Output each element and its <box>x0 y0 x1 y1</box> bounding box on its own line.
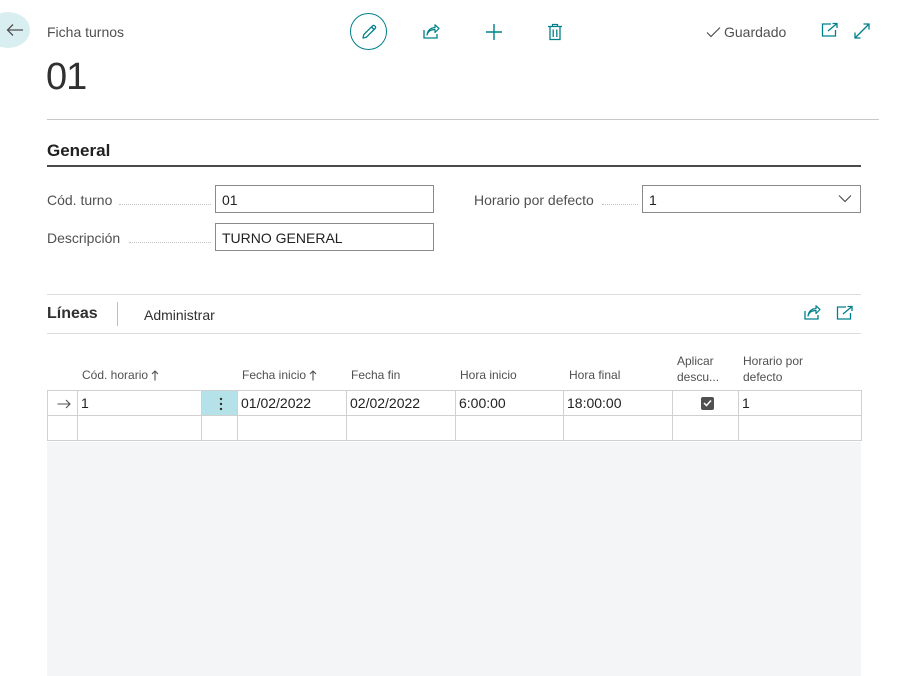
header-divider <box>47 119 879 120</box>
share-button[interactable] <box>412 14 450 50</box>
lines-share-button[interactable] <box>803 305 823 325</box>
shift-code-leader <box>119 204 211 205</box>
arrow-up-icon <box>151 369 159 381</box>
apply-discount-checkbox[interactable] <box>700 396 714 410</box>
cell-end-time[interactable] <box>563 415 673 441</box>
table-row-new[interactable] <box>47 415 862 441</box>
default-schedule-label: Horario por defecto <box>474 192 594 208</box>
column-header-default-schedule[interactable]: Horario por defecto <box>743 353 803 385</box>
general-section-title[interactable]: General <box>47 141 110 161</box>
cell-start-time[interactable]: 6:00:00 <box>455 390 564 416</box>
pencil-icon <box>360 23 378 41</box>
row-marker <box>47 415 78 441</box>
cell-start-time[interactable] <box>455 415 564 441</box>
column-header-end-date[interactable]: Fecha fin <box>351 367 400 383</box>
row-actions-cell <box>201 415 238 441</box>
column-header-apply-discount[interactable]: Aplicar descu... <box>677 353 719 385</box>
vertical-ellipsis-icon <box>219 397 223 411</box>
cell-default-schedule[interactable]: 1 <box>738 390 862 416</box>
share-icon <box>422 24 440 40</box>
cell-end-date[interactable] <box>346 415 456 441</box>
open-new-window-icon <box>821 22 839 38</box>
open-new-window-button[interactable] <box>821 22 839 38</box>
arrow-right-icon <box>57 399 71 409</box>
column-header-start-time[interactable]: Hora inicio <box>460 367 517 383</box>
cell-apply-discount <box>672 390 739 416</box>
back-button[interactable] <box>0 12 30 48</box>
default-schedule-leader <box>602 204 638 205</box>
column-header-schedule-code[interactable]: Cód. horario <box>82 367 159 383</box>
lines-top-divider <box>47 294 861 295</box>
lines-focus-mode-button[interactable] <box>836 305 856 325</box>
manage-action[interactable]: Administrar <box>144 307 215 323</box>
grid-empty-area <box>47 442 861 676</box>
cell-start-date[interactable]: 01/02/2022 <box>237 390 347 416</box>
default-schedule-value: 1 <box>649 192 657 208</box>
shift-code-label: Cód. turno <box>47 192 113 208</box>
cell-end-time[interactable]: 18:00:00 <box>563 390 673 416</box>
cell-end-date[interactable]: 02/02/2022 <box>346 390 456 416</box>
cell-start-date[interactable] <box>237 415 347 441</box>
lines-title[interactable]: Líneas <box>47 305 98 323</box>
default-schedule-select[interactable]: 1 <box>642 185 861 213</box>
arrow-up-icon <box>309 369 317 381</box>
lines-grid: 1 01/02/2022 02/02/2022 6:00:00 18:00:00… <box>47 390 862 441</box>
column-header-end-time[interactable]: Hora final <box>569 367 620 383</box>
saved-label: Guardado <box>724 24 787 40</box>
arrow-left-icon <box>6 23 24 37</box>
cell-default-schedule[interactable] <box>738 415 862 441</box>
general-section-divider <box>47 165 861 167</box>
row-actions-button[interactable] <box>201 390 238 416</box>
new-button[interactable] <box>475 14 513 50</box>
page-caption: Ficha turnos <box>47 24 125 40</box>
lines-toolbar-divider <box>47 333 861 334</box>
record-title: 01 <box>46 56 87 98</box>
chevron-down-icon <box>838 194 852 203</box>
share-icon <box>803 305 823 321</box>
plus-icon <box>485 23 503 41</box>
row-marker <box>47 390 78 416</box>
open-new-window-icon <box>836 305 856 321</box>
expand-icon <box>853 22 871 40</box>
column-header-start-date[interactable]: Fecha inicio <box>242 367 317 383</box>
delete-button[interactable] <box>536 14 574 50</box>
trash-icon <box>547 23 563 41</box>
shift-code-field[interactable]: 01 <box>215 185 434 213</box>
cell-apply-discount[interactable] <box>672 415 739 441</box>
cell-schedule-code[interactable] <box>77 415 202 441</box>
checkmark-icon <box>706 26 721 38</box>
expand-button[interactable] <box>853 22 871 40</box>
description-leader <box>129 242 211 243</box>
lines-toolbar-separator <box>117 302 118 326</box>
saved-status: Guardado <box>706 24 786 40</box>
table-row[interactable]: 1 01/02/2022 02/02/2022 6:00:00 18:00:00… <box>47 390 862 416</box>
cell-schedule-code[interactable]: 1 <box>77 390 202 416</box>
description-field[interactable]: TURNO GENERAL <box>215 223 434 251</box>
description-label: Descripción <box>47 230 121 246</box>
edit-button[interactable] <box>350 13 387 50</box>
